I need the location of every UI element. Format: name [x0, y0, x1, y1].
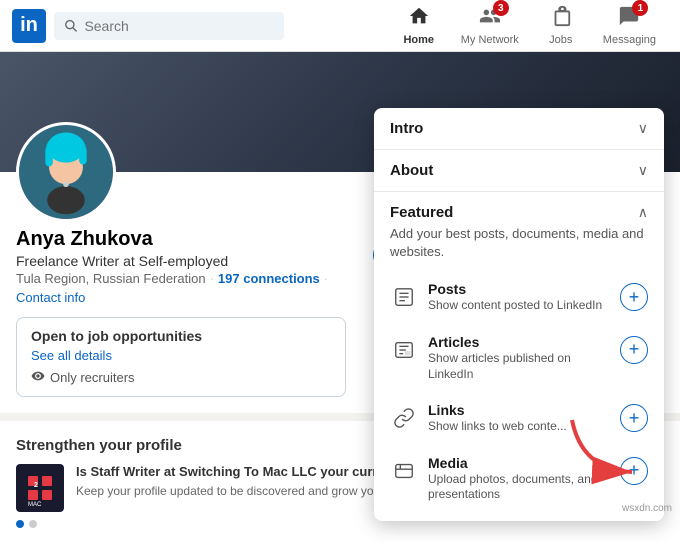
nav-item-jobs[interactable]: Jobs: [531, 5, 591, 46]
nav-item-home[interactable]: Home: [389, 5, 449, 46]
eye-icon: [31, 369, 45, 386]
linkedin-logo: in: [12, 9, 46, 43]
featured-item-media[interactable]: Media Upload photos, documents, and pres…: [374, 445, 664, 513]
open-to-title: Open to job opportunities: [31, 328, 202, 344]
dot-inactive: [29, 520, 37, 528]
see-details-link[interactable]: See all details: [31, 348, 331, 363]
messaging-icon: 1: [618, 5, 640, 33]
avatar: [16, 122, 116, 222]
articles-title: Articles: [428, 334, 610, 350]
connections-link[interactable]: 197 connections: [218, 271, 320, 286]
messaging-label: Messaging: [603, 34, 656, 46]
articles-desc: Show articles published on LinkedIn: [428, 351, 610, 382]
featured-section: Featured ∧ Add your best posts, document…: [374, 192, 664, 513]
nav-item-network[interactable]: 3 My Network: [449, 5, 531, 46]
top-navigation: in Home 3 My Network Jobs: [0, 0, 680, 52]
about-section: About ∨: [374, 150, 664, 192]
network-badge: 3: [493, 0, 509, 16]
featured-label: Featured: [390, 204, 453, 221]
intro-label: Intro: [390, 120, 423, 137]
open-to-box: Open to job opportunities See all detail…: [16, 317, 346, 397]
pagination-dots: [16, 520, 664, 528]
links-icon: [390, 404, 418, 432]
articles-icon: [390, 336, 418, 364]
nav-icons: Home 3 My Network Jobs 1 Messaging: [389, 5, 668, 46]
posts-icon: [390, 283, 418, 311]
featured-item-links[interactable]: Links Show links to web conte... +: [374, 392, 664, 445]
add-links-button[interactable]: +: [620, 404, 648, 432]
company-logo: 2 MAC: [16, 464, 64, 512]
articles-text: Articles Show articles published on Link…: [428, 334, 610, 382]
intro-row[interactable]: Intro ∨: [374, 108, 664, 149]
network-label: My Network: [461, 34, 519, 46]
svg-text:2: 2: [34, 482, 38, 489]
featured-item-posts[interactable]: Posts Show content posted to LinkedIn +: [374, 271, 664, 324]
search-input[interactable]: [84, 18, 274, 34]
intro-section: Intro ∨: [374, 108, 664, 150]
posts-title: Posts: [428, 281, 610, 297]
strengthen-text: Is Staff Writer at Switching To Mac LLC …: [76, 464, 380, 500]
recruiters-text: Only recruiters: [50, 370, 135, 385]
add-media-button[interactable]: +: [620, 457, 648, 485]
about-row[interactable]: About ∨: [374, 150, 664, 191]
media-text: Media Upload photos, documents, and pres…: [428, 455, 610, 503]
about-label: About: [390, 162, 433, 179]
links-title: Links: [428, 402, 610, 418]
intro-chevron-icon: ∨: [638, 120, 648, 137]
home-label: Home: [403, 34, 434, 46]
strengthen-card-desc: Keep your profile updated to be discover…: [76, 483, 380, 500]
search-icon: [64, 18, 78, 34]
avatar-wrapper: [16, 122, 116, 222]
featured-item-articles[interactable]: Articles Show articles published on Link…: [374, 324, 664, 392]
network-icon: 3: [479, 5, 501, 33]
posts-text: Posts Show content posted to LinkedIn: [428, 281, 610, 314]
featured-description: Add your best posts, documents, media an…: [374, 225, 664, 271]
home-icon: [408, 5, 430, 33]
featured-header[interactable]: Featured ∧: [374, 192, 664, 225]
featured-chevron-icon: ∧: [638, 204, 648, 221]
location-text: Tula Region, Russian Federation: [16, 271, 206, 286]
recruiters-row: Only recruiters: [31, 369, 331, 386]
nav-item-messaging[interactable]: 1 Messaging: [591, 5, 668, 46]
search-bar[interactable]: [54, 12, 284, 40]
jobs-label: Jobs: [549, 34, 572, 46]
media-icon: [390, 457, 418, 485]
messaging-badge: 1: [632, 0, 648, 16]
links-desc: Show links to web conte...: [428, 419, 610, 435]
jobs-icon: [550, 5, 572, 33]
about-chevron-icon: ∨: [638, 162, 648, 179]
dot-active: [16, 520, 24, 528]
media-title: Media: [428, 455, 610, 471]
posts-desc: Show content posted to LinkedIn: [428, 298, 610, 314]
strengthen-card-title: Is Staff Writer at Switching To Mac LLC …: [76, 464, 380, 481]
media-desc: Upload photos, documents, and presentati…: [428, 472, 610, 503]
svg-text:MAC: MAC: [28, 502, 42, 508]
links-text: Links Show links to web conte...: [428, 402, 610, 435]
add-articles-button[interactable]: +: [620, 336, 648, 364]
watermark: wsxdn.com: [622, 503, 672, 514]
dropdown-panel: Intro ∨ About ∨ Featured ∧ Add your best…: [374, 108, 664, 521]
add-posts-button[interactable]: +: [620, 283, 648, 311]
